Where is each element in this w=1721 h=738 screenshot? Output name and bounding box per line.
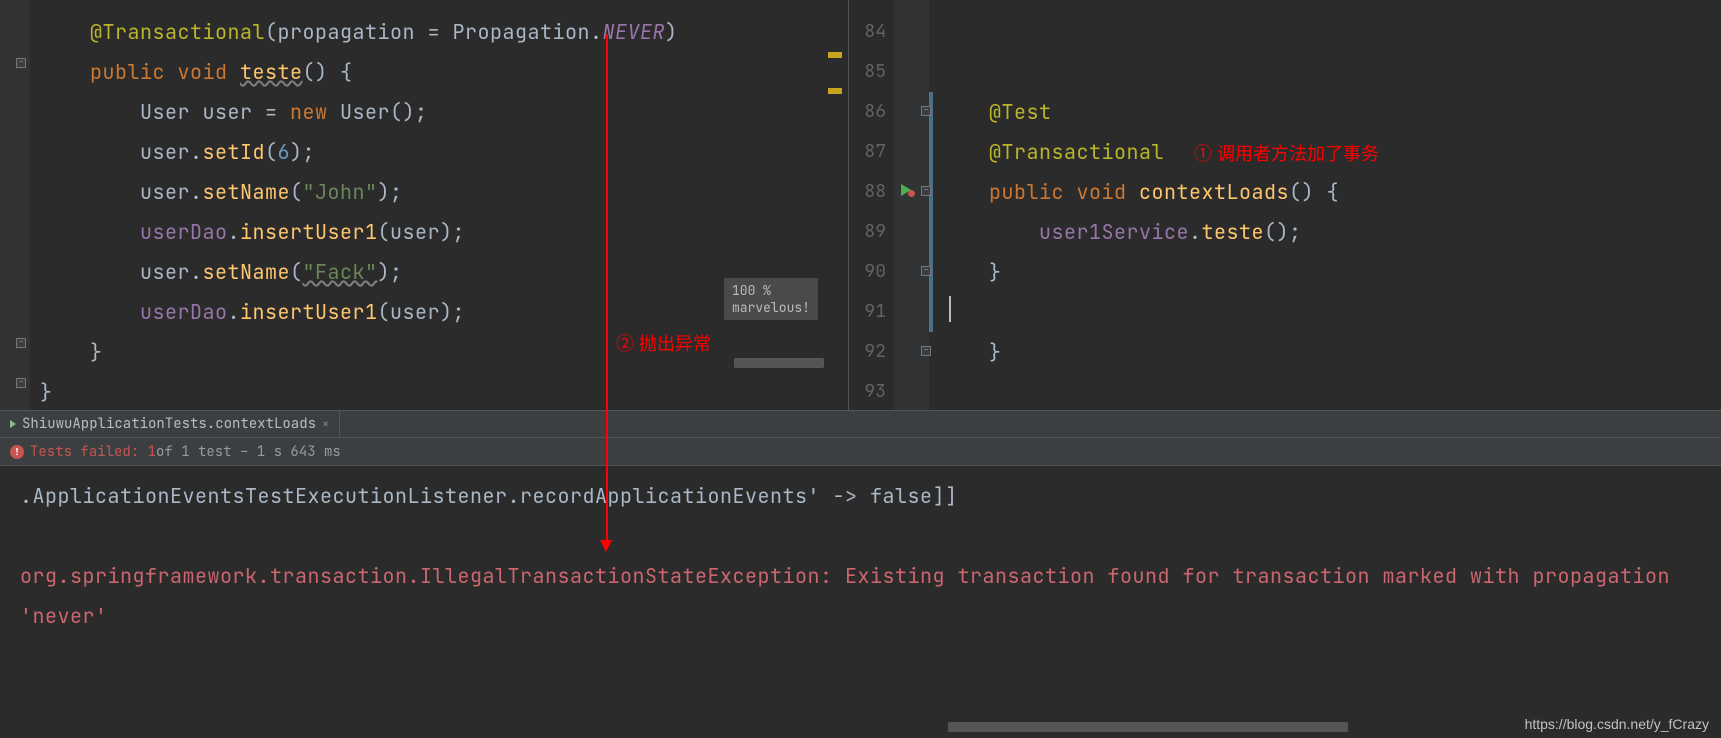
tests-failed-count: Tests failed: 1 bbox=[30, 443, 156, 461]
fold-icon[interactable] bbox=[921, 266, 931, 276]
annotation-callout-1: ① 调用者方法加了事务 bbox=[1194, 140, 1379, 166]
run-tab-bar: ShiuwuApplicationTests.contextLoads × bbox=[0, 410, 1721, 438]
code-line: @Test bbox=[939, 92, 1721, 132]
annotation-arrow-line bbox=[606, 34, 608, 540]
fold-icon[interactable] bbox=[921, 186, 931, 196]
diff-marker-icon[interactable] bbox=[828, 88, 842, 94]
vcs-change-bar[interactable] bbox=[929, 92, 933, 332]
console-error-line: org.springframework.transaction.IllegalT… bbox=[20, 556, 1701, 636]
code-line: userDao.insertUser1(user); bbox=[40, 212, 848, 252]
code-line bbox=[939, 292, 1721, 332]
console-blank bbox=[20, 516, 1701, 556]
code-line: public void contextLoads() { bbox=[939, 172, 1721, 212]
code-line bbox=[939, 372, 1721, 410]
fold-icon[interactable] bbox=[921, 346, 931, 356]
right-code[interactable]: @Test @Transactional public void context… bbox=[849, 0, 1721, 410]
console-line: .ApplicationEventsTestExecutionListener.… bbox=[20, 476, 1701, 516]
left-editor-pane[interactable]: @Transactional(propagation = Propagation… bbox=[0, 0, 848, 410]
editor-split-view: @Transactional(propagation = Propagation… bbox=[0, 0, 1721, 410]
fold-icon[interactable] bbox=[16, 378, 26, 388]
code-line: user.setId(6); bbox=[40, 132, 848, 172]
annotation-arrow-head-icon bbox=[600, 540, 612, 552]
code-line: @Transactional(propagation = Propagation… bbox=[40, 12, 848, 52]
test-fail-dot-icon bbox=[908, 190, 915, 197]
code-line: user.setName("John"); bbox=[40, 172, 848, 212]
fold-icon[interactable] bbox=[16, 338, 26, 348]
annotation-callout-2: ② 抛出异常 bbox=[616, 330, 711, 356]
code-line: } bbox=[40, 332, 848, 372]
code-line: User user = new User(); bbox=[40, 92, 848, 132]
code-line: public void teste() { bbox=[40, 52, 848, 92]
fold-icon[interactable] bbox=[921, 106, 931, 116]
horizontal-scrollbar[interactable] bbox=[734, 358, 824, 368]
code-line: } bbox=[939, 252, 1721, 292]
console-output[interactable]: .ApplicationEventsTestExecutionListener.… bbox=[0, 466, 1721, 646]
code-line: } bbox=[40, 372, 848, 410]
code-line bbox=[939, 12, 1721, 52]
fold-icon[interactable] bbox=[16, 58, 26, 68]
horizontal-scrollbar[interactable] bbox=[948, 722, 1348, 732]
run-tab-label: ShiuwuApplicationTests.contextLoads bbox=[22, 415, 316, 433]
line-numbers: 84 85 86 87 88 89 90 91 92 93 bbox=[849, 0, 894, 410]
code-line: } bbox=[939, 332, 1721, 372]
fail-icon: ! bbox=[10, 445, 24, 459]
code-line: user1Service.teste(); bbox=[939, 212, 1721, 252]
code-status-popup: 100 % marvelous! bbox=[724, 278, 818, 320]
run-arrow-icon bbox=[10, 420, 16, 428]
diff-marker-icon[interactable] bbox=[828, 52, 842, 58]
close-icon[interactable]: × bbox=[322, 416, 329, 432]
right-editor-pane[interactable]: 84 85 86 87 88 89 90 91 92 93 @Test @Tra… bbox=[848, 0, 1721, 410]
left-code[interactable]: @Transactional(propagation = Propagation… bbox=[0, 0, 848, 410]
watermark-text: https://blog.csdn.net/y_fCrazy bbox=[1525, 716, 1709, 732]
test-status-bar: ! Tests failed: 1 of 1 test – 1 s 643 ms bbox=[0, 438, 1721, 466]
text-caret bbox=[949, 296, 951, 322]
run-tab[interactable]: ShiuwuApplicationTests.contextLoads × bbox=[0, 411, 340, 437]
tests-summary: of 1 test – 1 s 643 ms bbox=[156, 443, 341, 461]
code-line bbox=[939, 52, 1721, 92]
